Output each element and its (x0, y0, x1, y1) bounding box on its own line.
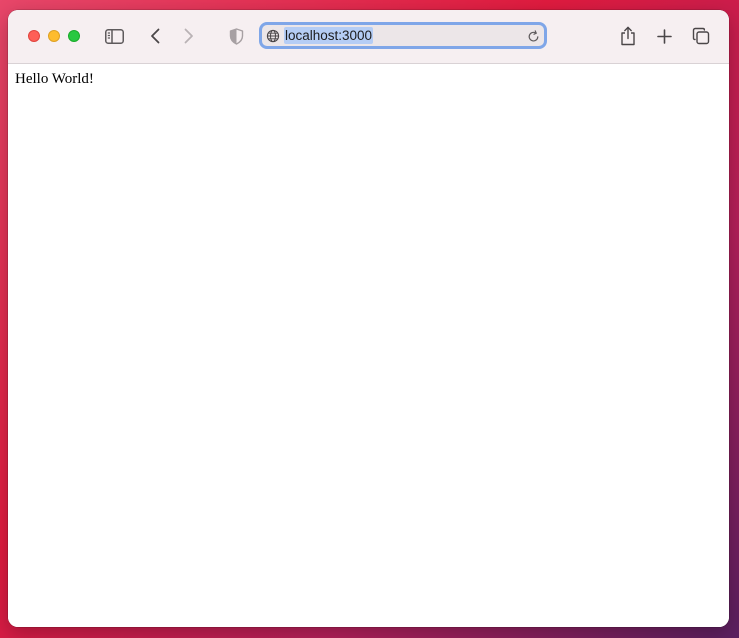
globe-icon (266, 29, 280, 43)
hello-world-text: Hello World! (15, 71, 94, 87)
browser-toolbar: localhost:3000 (8, 10, 729, 64)
sidebar-toggle-button[interactable] (104, 27, 124, 45)
tabs-overview-icon (692, 27, 710, 45)
privacy-report-button[interactable] (228, 27, 245, 45)
browser-window: localhost:3000 Hello World! (8, 10, 729, 627)
sidebar-icon (104, 28, 124, 44)
close-window-button[interactable] (28, 30, 40, 42)
shield-icon (229, 27, 244, 45)
forward-button[interactable] (182, 27, 196, 45)
minimize-window-button[interactable] (48, 30, 60, 42)
back-button[interactable] (148, 27, 162, 45)
plus-icon (656, 28, 672, 44)
address-bar[interactable]: localhost:3000 (259, 22, 547, 49)
chevron-right-icon (184, 28, 193, 44)
page-content: Hello World! (8, 64, 729, 627)
maximize-window-button[interactable] (68, 30, 80, 42)
reload-icon[interactable] (527, 30, 540, 43)
share-button[interactable] (619, 25, 637, 47)
tab-overview-button[interactable] (691, 26, 711, 46)
chevron-left-icon (151, 28, 160, 44)
address-url[interactable]: localhost:3000 (284, 27, 374, 44)
new-tab-button[interactable] (655, 27, 673, 45)
share-icon (621, 26, 635, 46)
